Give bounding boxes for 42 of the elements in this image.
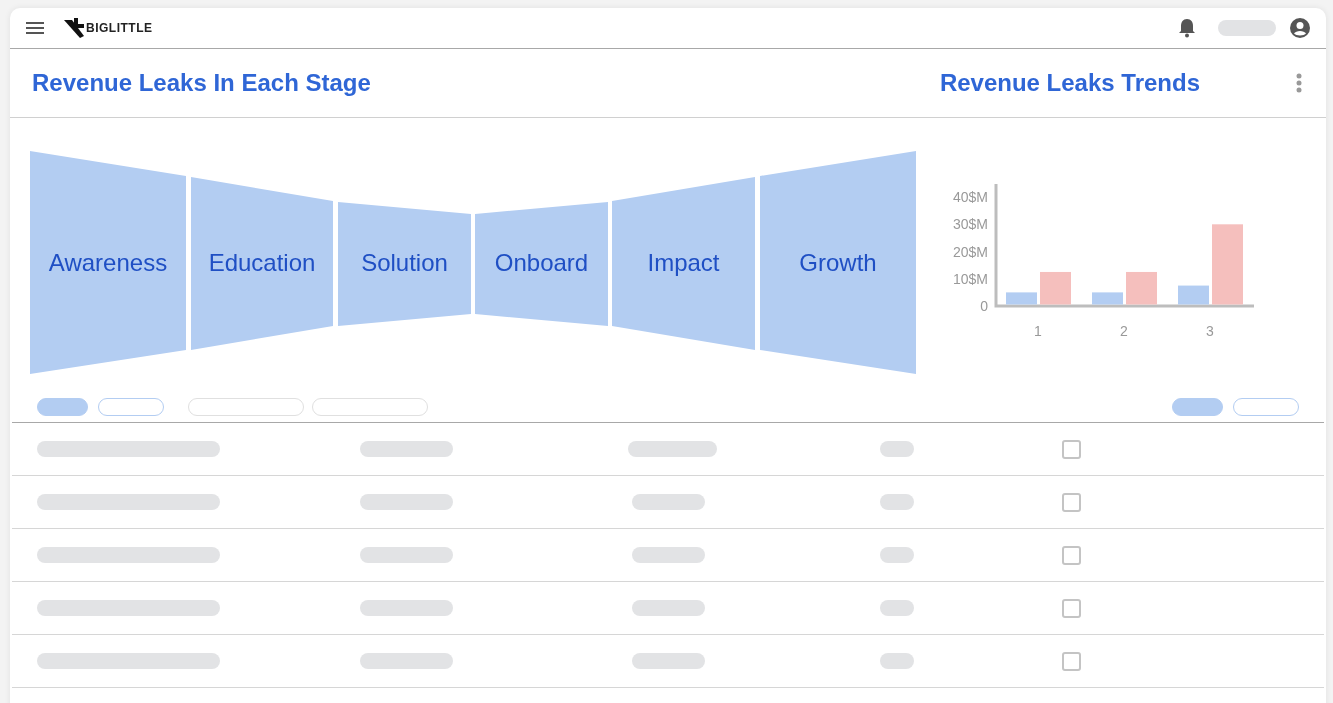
stage-label: Onboard	[494, 249, 589, 276]
filter-chip[interactable]	[1172, 398, 1223, 416]
checkbox[interactable]	[1062, 598, 1081, 618]
checkbox[interactable]	[1062, 545, 1081, 565]
text-placeholder	[880, 600, 914, 616]
text-placeholder	[880, 653, 914, 669]
text-placeholder	[880, 441, 914, 457]
text-placeholder	[880, 494, 914, 510]
checkbox[interactable]	[1062, 651, 1081, 671]
filter-chip[interactable]	[98, 398, 164, 416]
axis-label: 10$M	[952, 270, 988, 287]
stage-label: Education	[208, 249, 316, 276]
filter-chip[interactable]	[1233, 398, 1299, 416]
checkbox[interactable]	[1062, 439, 1081, 459]
brand-name: BIGLITTLE	[86, 20, 153, 37]
menu-icon[interactable]	[26, 22, 44, 34]
filter-chip[interactable]	[37, 398, 88, 416]
chart-bar	[1178, 285, 1209, 305]
bell-icon[interactable]	[1178, 18, 1196, 38]
axis-label: 3	[1206, 323, 1214, 339]
axis-label: 20$M	[952, 243, 988, 260]
stage-label: Growth	[799, 249, 877, 276]
stage-label: Awareness	[48, 249, 168, 276]
panel-title: Revenue Leaks Trends	[939, 68, 1200, 98]
text-placeholder	[1218, 20, 1276, 36]
chart-bar	[1126, 271, 1157, 305]
checkbox[interactable]	[1062, 492, 1081, 512]
chart-bar	[1006, 292, 1037, 305]
axis-label: 30$M	[952, 216, 988, 233]
axis-label: 40$M	[952, 189, 988, 206]
axis-label: 0	[980, 298, 988, 314]
stage-label: Solution	[361, 249, 448, 276]
account-icon[interactable]	[1290, 18, 1310, 38]
chart-bar	[1040, 271, 1071, 305]
more-icon[interactable]	[1296, 73, 1302, 93]
panel-title: Revenue Leaks In Each Stage	[32, 68, 371, 98]
logo-icon	[64, 18, 86, 38]
axis-label: 2	[1120, 323, 1128, 339]
stage-label: Impact	[647, 249, 720, 276]
text-placeholder	[880, 547, 914, 563]
chart-bar	[1092, 292, 1123, 305]
axis-label: 1	[1034, 323, 1042, 339]
